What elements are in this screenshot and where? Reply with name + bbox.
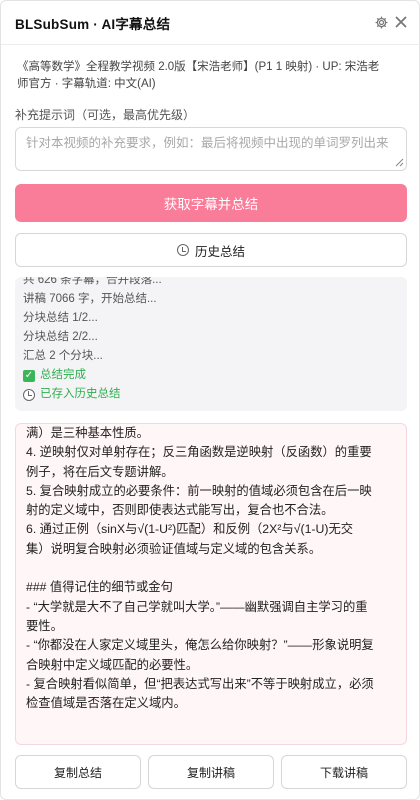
log-saved-text: 已存入历史总结 [40,388,121,400]
supplement-prompt-input[interactable] [15,127,407,171]
video-info: 《高等数学》全程教学视频 2.0版【宋浩老师】(P1 1 映射) · UP: 宋… [17,59,407,93]
log-done-text: 总结完成 [40,369,86,381]
log-line: 分块总结 2/2... [23,331,98,343]
summary-line: 集）说明复合映射必须验证值域与定义域的包含关系。 [26,541,322,556]
log-line: 分块总结 1/2... [23,312,98,324]
check-icon: ✓ [23,369,35,382]
summary-line: 满）是三种基本性质。 [26,426,149,440]
summary-line: 检查值域是否落在定义域内。 [26,696,186,711]
summary-line: 要性。 [26,618,63,633]
summary-output[interactable]: 满）是三种基本性质。 4. 逆映射仅对单射存在；反三角函数是逆映射（反函数）的重要… [15,423,407,745]
log-saved-line: 已存入历史总结 [23,385,162,404]
summary-content: 满）是三种基本性质。 4. 逆映射仅对单射存在；反三角函数是逆映射（反函数）的重要… [26,424,400,713]
log-line: 共 626 条字幕，合并段落... [23,277,162,286]
summary-line: ### 值得记住的细节或金句 [26,580,173,595]
history-button-label: 历史总结 [194,244,245,259]
clock-icon [176,244,189,256]
summary-line: 例子，将在后文专题讲解。 [26,464,174,479]
summary-line: 合映射中定义域匹配的必要性。 [26,657,199,672]
download-transcript-button[interactable]: 下载讲稿 [281,755,407,789]
copy-transcript-button[interactable]: 复制讲稿 [148,755,274,789]
summary-line: - 复合映射看似简单，但“把表达式写出来”不等于映射成立，必须 [26,676,374,691]
summary-line: - “你都没在人家定义域里头，俺怎么给你映射？”——形象说明复 [26,638,374,653]
app-title: BLSubSum · AI字幕总结 [15,16,171,32]
video-info-line: 《高等数学》全程教学视频 2.0版【宋浩老师】(P1 1 映射) · UP: 宋… [17,61,380,73]
log-done-line: ✓ 总结完成 [23,366,162,385]
progress-log[interactable]: 共 626 条字幕，合并段落... 讲稿 7066 字，开始总结... 分块总结… [15,277,407,411]
header-actions [373,14,409,30]
extension-panel: BLSubSum · AI字幕总结 《高等数学》全程教学视频 2.0版【宋浩老师… [0,0,420,800]
progress-log-content: 共 626 条字幕，合并段落... 讲稿 7066 字，开始总结... 分块总结… [23,277,162,404]
log-line: 讲稿 7066 字，开始总结... [23,293,157,305]
close-icon[interactable] [393,14,409,30]
summary-line: 4. 逆映射仅对单射存在；反三角函数是逆映射（反函数）的重要 [26,445,372,460]
fetch-summarize-button[interactable]: 获取字幕并总结 [15,184,407,222]
summary-line: 6. 通过正例（sinX与√(1-U²)匹配）和反例（2X²与√(1-U)无交 [26,522,354,537]
log-line: 汇总 2 个分块... [23,350,103,362]
clock-icon [23,388,35,401]
supplement-prompt-label: 补充提示词（可选，最高优先级） [15,108,196,122]
summary-line: - “大学就是大不了自己学就叫大学。”——幽默强调自主学习的重 [26,599,368,614]
history-button[interactable]: 历史总结 [15,233,407,267]
summary-line: 5. 复合映射成立的必要条件：前一映射的值域必须包含在后一映 [26,483,372,498]
panel-header: BLSubSum · AI字幕总结 [1,1,420,45]
action-bar: 复制总结 复制讲稿 下载讲稿 [1,755,420,789]
video-info-line: 师官方 · 字幕轨道: 中文(AI) [17,78,156,90]
summary-blank-line [26,559,400,578]
summary-line: 射的定义域中，否则即使表达式能写出，复合也不合法。 [26,503,334,518]
gear-icon[interactable] [373,14,389,30]
resize-grip-icon[interactable] [395,158,404,167]
copy-summary-button[interactable]: 复制总结 [15,755,141,789]
